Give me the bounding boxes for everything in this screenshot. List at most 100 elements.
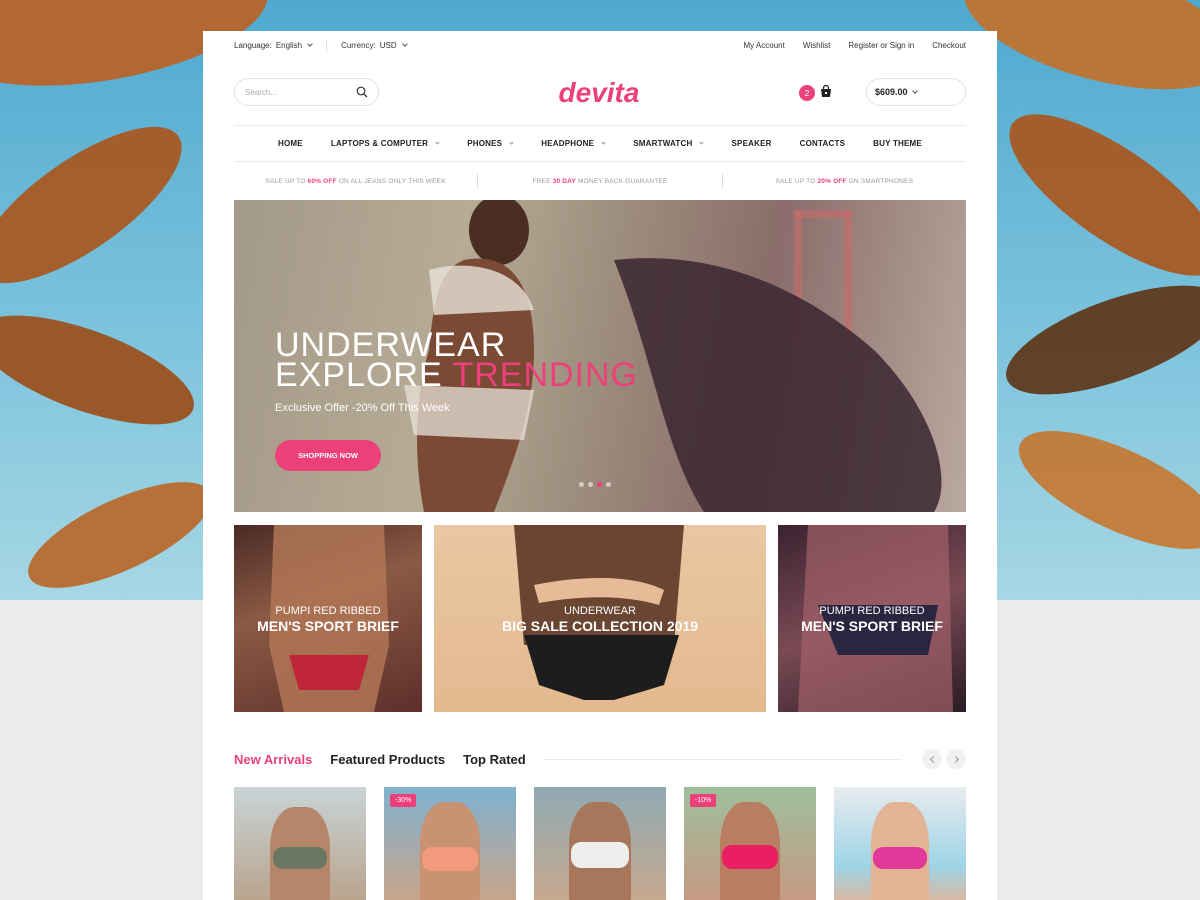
cart-total: $609.00 [875, 87, 908, 97]
palm-frond-decoration [1003, 407, 1200, 573]
nav-item-buy-theme[interactable]: BUY THEME [873, 139, 922, 148]
palm-frond-decoration [993, 263, 1200, 417]
chevron-right-icon [951, 755, 959, 763]
promo-highlight: 60% OFF [307, 177, 337, 185]
register-signin-link[interactable]: Register or Sign in [848, 41, 914, 50]
discount-badge: -10% [690, 794, 717, 807]
promo-text: FREE [532, 177, 553, 185]
banner-title: BIG SALE COLLECTION 2019 [501, 618, 699, 634]
cart-count-badge: 2 [799, 85, 815, 101]
nav-item-label: HOME [278, 139, 303, 148]
nav-item-label: LAPTOPS & COMPUTER [330, 139, 429, 148]
banner-title: MEN'S SPORT BRIEF [801, 618, 943, 634]
divider [543, 758, 902, 760]
slider-dot-active[interactable] [597, 482, 602, 487]
hero-subtitle: Exclusive Offer -20% Off This Week [275, 402, 450, 414]
checkout-link[interactable]: Checkout [932, 41, 966, 50]
cart-button[interactable]: 2 $609.00 [799, 78, 966, 106]
promo-banner-mens-brief-2[interactable]: PUMPI RED RIBBED MEN'S SPORT BRIEF [778, 525, 966, 712]
nav-item-headphone[interactable]: HEADPHONE [541, 139, 606, 148]
wishlist-link[interactable]: Wishlist [803, 41, 831, 50]
discount-badge: -30% [390, 794, 417, 807]
chevron-down-icon [699, 139, 705, 145]
carousel-prev-button[interactable] [922, 749, 942, 769]
tab-new-arrivals[interactable]: New Arrivals [234, 752, 312, 767]
shopping-now-button[interactable]: SHOPPING NOW [275, 440, 381, 471]
top-bar: Language: English Currency: USD My Accou… [234, 31, 966, 59]
product-swimwear [422, 847, 478, 871]
palm-frond-decoration [986, 86, 1200, 304]
product-swimwear [722, 845, 778, 869]
nav-item-home[interactable]: HOME [278, 139, 303, 148]
promo-text: ON ALL JEANS ONLY THIS WEEK [336, 177, 446, 185]
currency-selector[interactable]: Currency: USD [341, 40, 408, 50]
product-card[interactable]: -30% [384, 787, 516, 900]
currency-value: USD [379, 40, 397, 50]
promo-banner-big-sale[interactable]: UNDERWEAR BIG SALE COLLECTION 2019 [434, 525, 766, 712]
promo-text: ON SMARTPHONES [846, 177, 914, 185]
slider-dot[interactable] [579, 482, 584, 487]
product-swimwear [873, 847, 927, 869]
palm-frond-decoration [0, 99, 205, 311]
language-selector[interactable]: Language: English [234, 40, 313, 50]
slider-dot[interactable] [606, 482, 611, 487]
chevron-down-icon [435, 139, 440, 145]
main-nav: HOME LAPTOPS & COMPUTER PHONES HEADPHONE… [234, 125, 966, 162]
chevron-down-icon [911, 87, 918, 94]
logo[interactable]: devita [532, 76, 667, 108]
product-card[interactable] [234, 787, 366, 900]
banner-subtitle: PUMPI RED RIBBED [819, 605, 925, 617]
nav-item-label: CONTACTS [799, 139, 846, 148]
product-swimwear [571, 842, 629, 868]
hero-title-highlight: TRENDING [452, 356, 639, 394]
promo-text: SALE UP TO [265, 177, 308, 185]
nav-item-label: SMARTWATCH [633, 139, 693, 148]
tab-featured-products[interactable]: Featured Products [330, 752, 445, 767]
divider [326, 39, 328, 51]
account-links: My Account Wishlist Register or Sign in … [743, 41, 966, 50]
hero-title-line2: EXPLORE TRENDING [275, 358, 638, 392]
nav-item-speaker[interactable]: SPEAKER [732, 139, 772, 148]
banner-title: MEN'S SPORT BRIEF [257, 618, 399, 634]
my-account-link[interactable]: My Account [743, 41, 784, 50]
product-card[interactable] [834, 787, 966, 900]
nav-item-label: BUY THEME [873, 139, 922, 148]
banner-subtitle: PUMPI RED RIBBED [275, 605, 381, 617]
logo-text: devita [559, 77, 640, 108]
promo-item: SALE UP TO 60% OFF ON ALL JEANS ONLY THI… [234, 178, 477, 185]
promo-banner-mens-brief[interactable]: PUMPI RED RIBBED MEN'S SPORT BRIEF [234, 525, 422, 712]
nav-item-phones[interactable]: PHONES [467, 139, 514, 148]
store-page: Language: English Currency: USD My Accou… [203, 31, 997, 900]
promo-item: FREE 30 DAY MONEY BACK GUARANTEE [478, 178, 721, 185]
nav-item-smartwatch[interactable]: SMARTWATCH [633, 139, 705, 148]
language-value: English [275, 40, 303, 50]
chevron-down-icon [401, 40, 408, 47]
palm-frond-decoration [0, 293, 207, 447]
palm-frond-decoration [14, 461, 226, 600]
language-label: Language: [234, 40, 272, 50]
promo-highlight: 20% OFF [817, 177, 847, 185]
shopping-bag-icon [821, 85, 831, 97]
chevron-down-icon [307, 40, 313, 47]
tab-top-rated[interactable]: Top Rated [463, 752, 526, 767]
chevron-left-icon [929, 755, 937, 763]
product-card[interactable] [534, 787, 666, 900]
header: devita 2 $609.00 [234, 76, 966, 108]
nav-item-contacts[interactable]: CONTACTS [800, 139, 845, 148]
currency-label: Currency: [341, 40, 376, 50]
hero-slider[interactable]: UNDERWEAR EXPLORE TRENDING Exclusive Off… [234, 200, 966, 512]
promo-strip: SALE UP TO 60% OFF ON ALL JEANS ONLY THI… [234, 170, 966, 192]
nav-item-label: PHONES [467, 139, 503, 148]
search-input[interactable] [245, 87, 356, 97]
carousel-next-button[interactable] [946, 749, 966, 769]
slider-dots [579, 482, 611, 487]
search-icon[interactable] [356, 86, 368, 98]
product-card[interactable]: -10% [684, 787, 816, 900]
product-tabs: New Arrivals Featured Products Top Rated [234, 748, 966, 770]
promo-item: SALE UP TO 20% OFF ON SMARTPHONES [723, 178, 966, 185]
promo-text: SALE UP TO [775, 177, 818, 185]
product-swimwear [273, 847, 327, 869]
promo-text: MONEY BACK GUARANTEE [576, 177, 668, 185]
slider-dot[interactable] [588, 482, 593, 487]
nav-item-laptops[interactable]: LAPTOPS & COMPUTER [330, 139, 440, 148]
